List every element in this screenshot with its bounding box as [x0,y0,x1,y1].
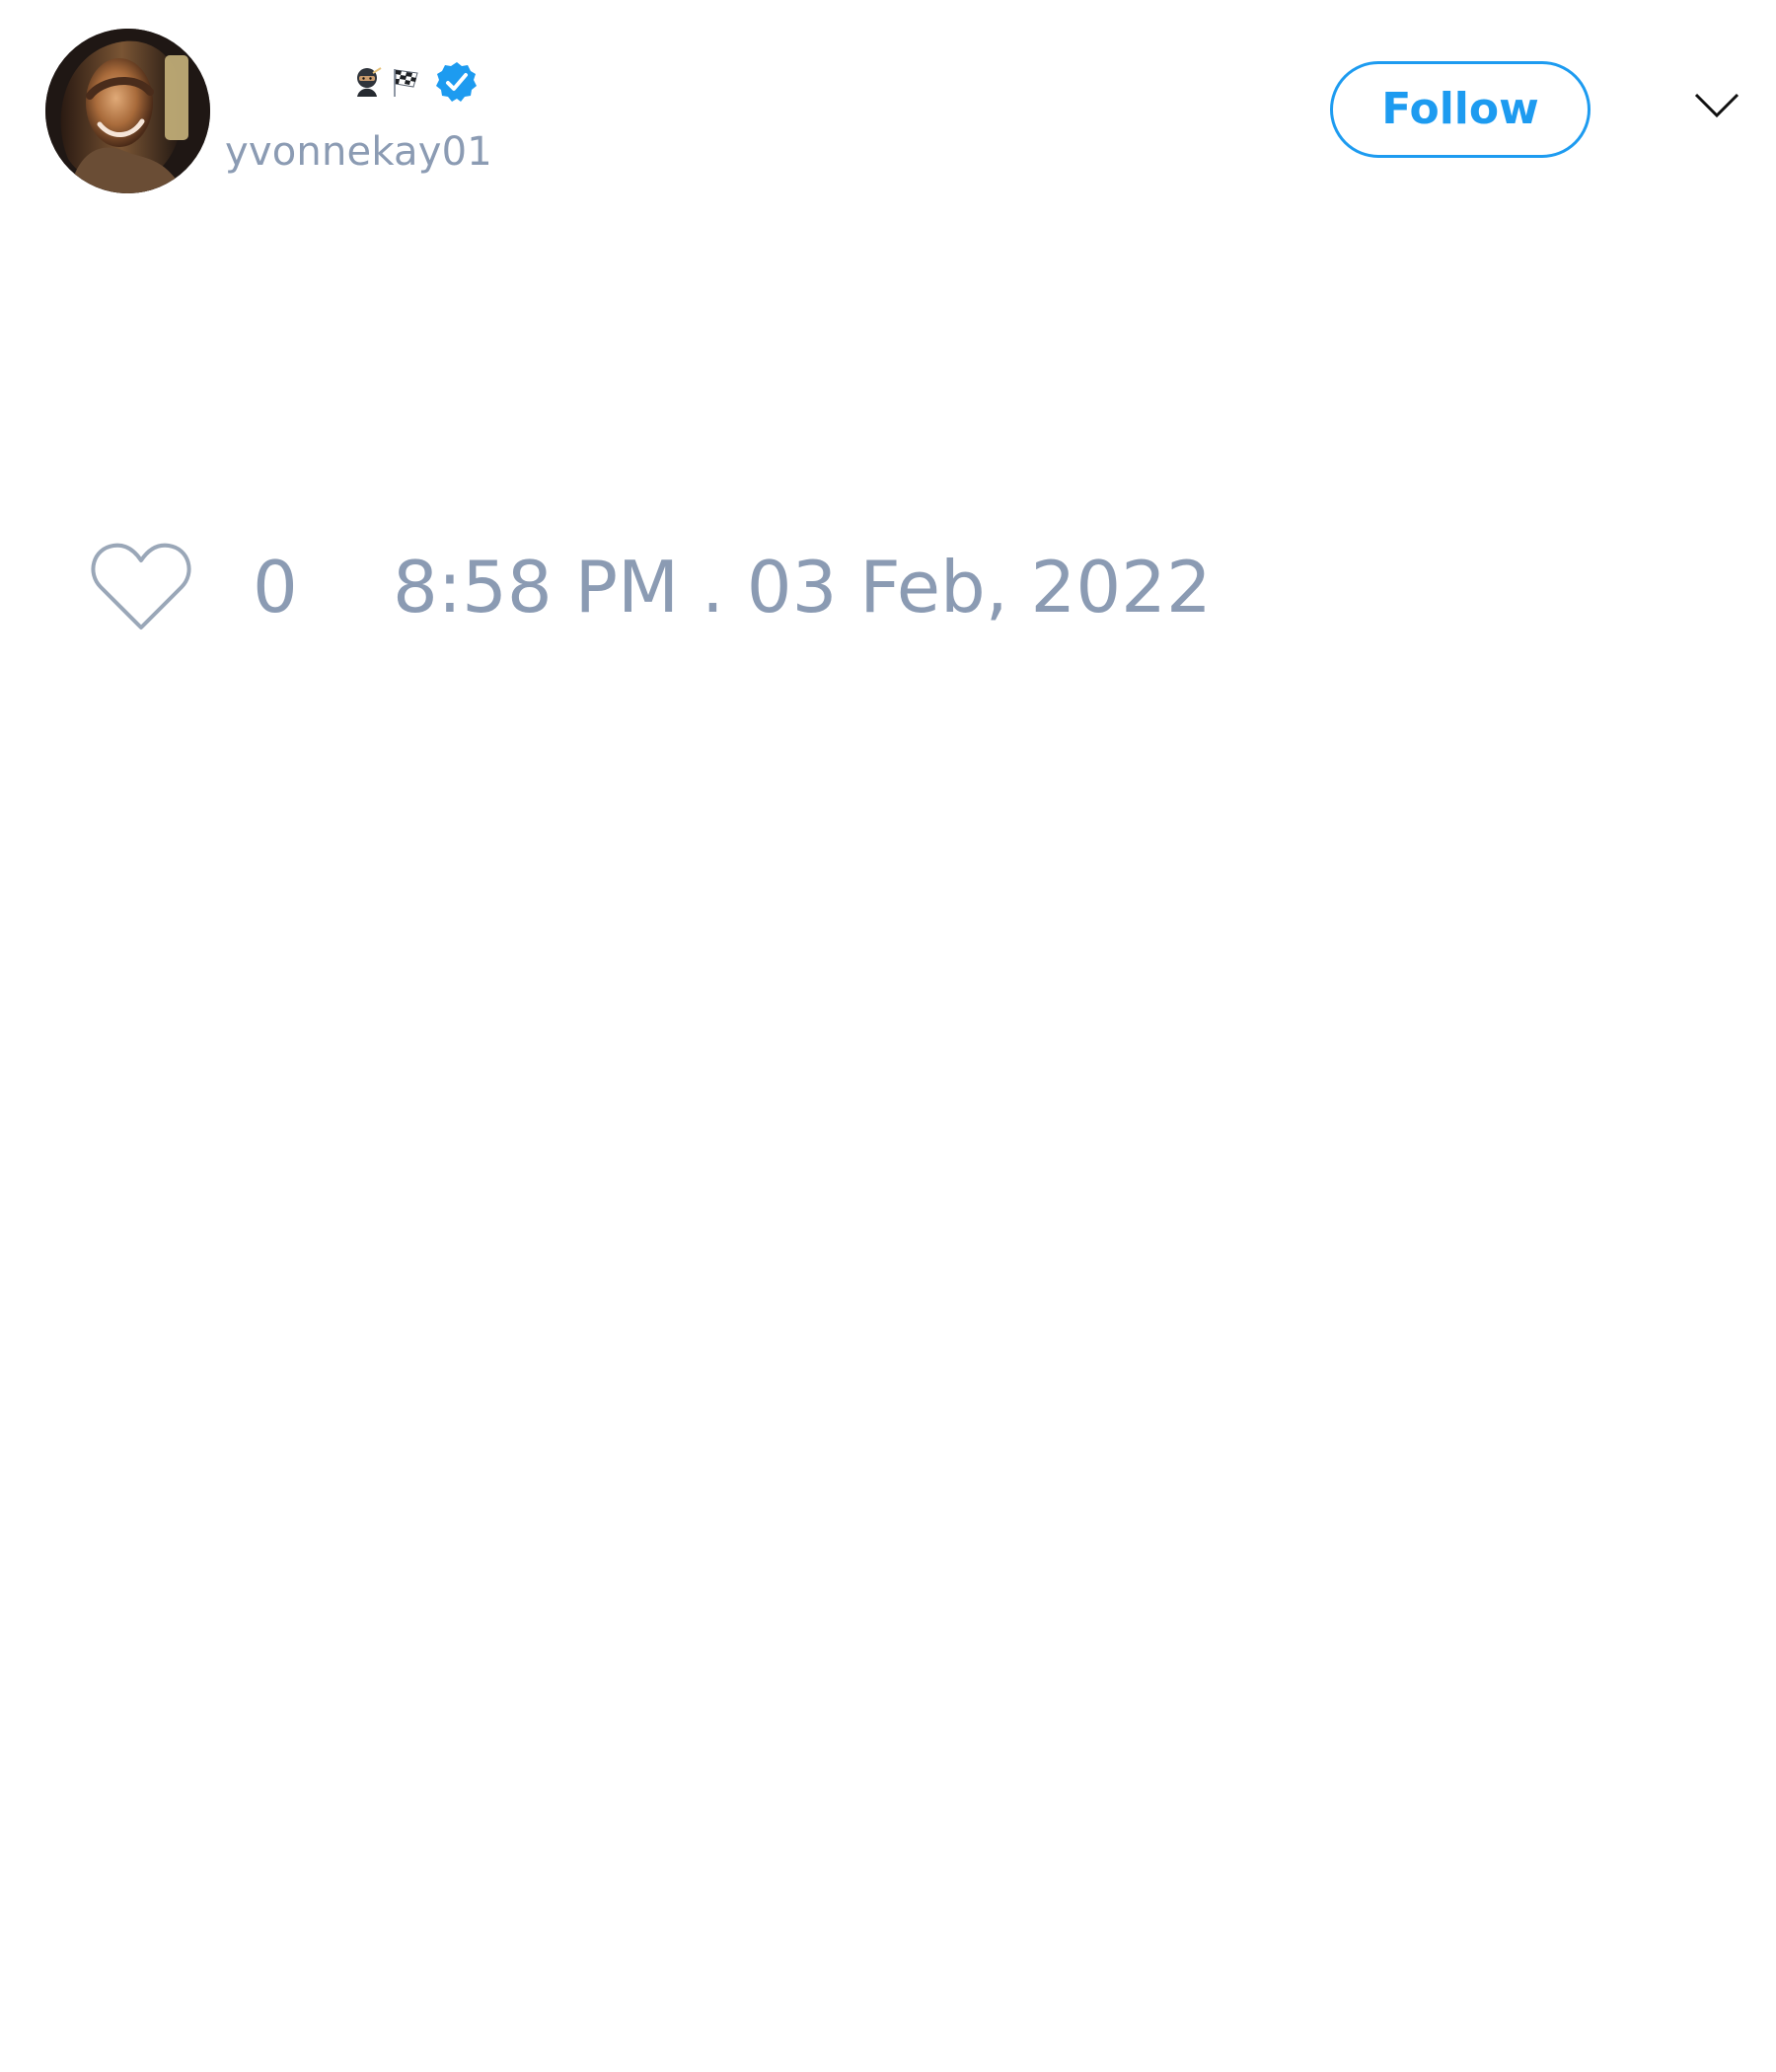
tweet-timestamp[interactable]: 8:58 PM . 03 Feb, 2022 [393,548,1212,627]
follow-button[interactable]: Follow [1330,61,1591,158]
ninja-emoji-icon [357,67,382,97]
display-name-row [350,57,479,107]
verified-badge-icon [436,62,477,102]
like-count: 0 [253,546,298,629]
checkered-flag-icon [394,69,418,97]
chevron-down-icon[interactable] [1693,90,1740,121]
avatar[interactable] [45,29,210,193]
tweet-card: yvonnekay01 Follow 0 8:58 PM . 03 Feb, 2… [0,0,1776,2072]
avatar-photo [45,29,210,193]
user-handle[interactable]: yvonnekay01 [225,126,492,178]
heart-outline-icon[interactable] [89,541,193,633]
tweet-stats: 0 8:58 PM . 03 Feb, 2022 [89,541,1273,639]
